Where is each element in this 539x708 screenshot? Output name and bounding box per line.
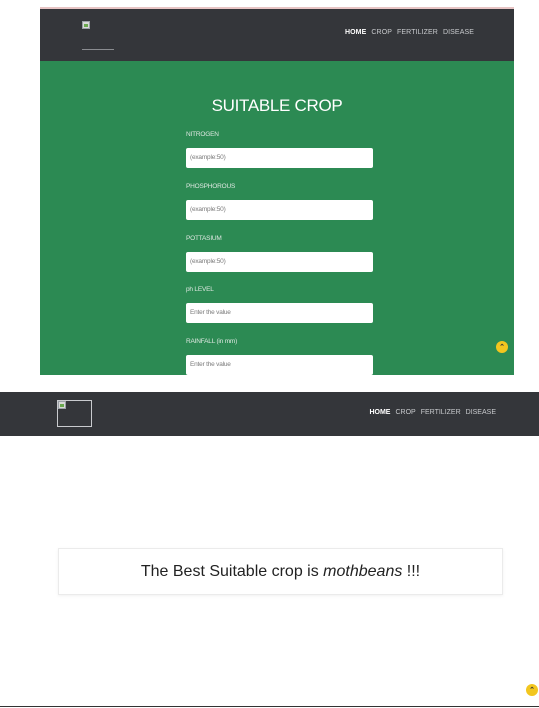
result-message: The Best Suitable crop is mothbeans !!!: [58, 548, 503, 595]
nitrogen-label: NITROGEN: [186, 131, 219, 138]
potassium-input[interactable]: (example:50): [186, 252, 373, 272]
logo-image[interactable]: [82, 21, 114, 50]
potassium-label: POTTASIUM: [186, 235, 222, 242]
scroll-to-top-button[interactable]: ⌃: [526, 684, 538, 696]
nav-link-disease[interactable]: DISEASE: [443, 29, 474, 36]
divider: [0, 706, 539, 707]
nav-link-crop[interactable]: CROP: [395, 409, 415, 416]
navbar: HOME CROP FERTILIZER DISEASE: [40, 9, 514, 61]
ph-level-input[interactable]: Enter the value: [186, 303, 373, 323]
nav-link-fertilizer[interactable]: FERTILIZER: [397, 29, 438, 36]
logo-image[interactable]: [57, 400, 92, 427]
nav-link-disease[interactable]: DISEASE: [466, 409, 496, 416]
result-suffix: !!!: [402, 562, 421, 580]
nitrogen-input[interactable]: (example:50): [186, 148, 373, 168]
broken-image-icon: [82, 21, 90, 29]
navbar: HOME CROP FERTILIZER DISEASE: [0, 392, 539, 436]
scroll-to-top-button[interactable]: ⌃: [496, 341, 508, 353]
rainfall-input[interactable]: Enter the value: [186, 355, 373, 375]
phosphorous-input[interactable]: (example:50): [186, 200, 373, 220]
crop-form-screenshot: HOME CROP FERTILIZER DISEASE SUITABLE CR…: [40, 7, 514, 375]
ph-level-label: ph LEVEL: [186, 286, 214, 293]
nav-link-fertilizer[interactable]: FERTILIZER: [421, 409, 461, 416]
nav-link-home[interactable]: HOME: [369, 409, 390, 416]
nav-links: HOME CROP FERTILIZER DISEASE: [345, 29, 474, 36]
result-crop-name: mothbeans: [323, 562, 403, 580]
nav-link-crop[interactable]: CROP: [371, 29, 392, 36]
result-prefix: The Best Suitable crop is: [140, 562, 324, 580]
phosphorous-label: PHOSPHOROUS: [186, 183, 236, 190]
nav-links: HOME CROP FERTILIZER DISEASE: [369, 409, 496, 416]
chevron-up-icon: ⌃: [529, 687, 535, 694]
form-title: SUITABLE CROP: [211, 96, 343, 115]
rainfall-label: RAINFALL (in mm): [186, 338, 238, 345]
broken-image-icon: [58, 401, 66, 409]
chevron-up-icon: ⌃: [499, 344, 505, 351]
nav-link-home[interactable]: HOME: [345, 29, 366, 36]
